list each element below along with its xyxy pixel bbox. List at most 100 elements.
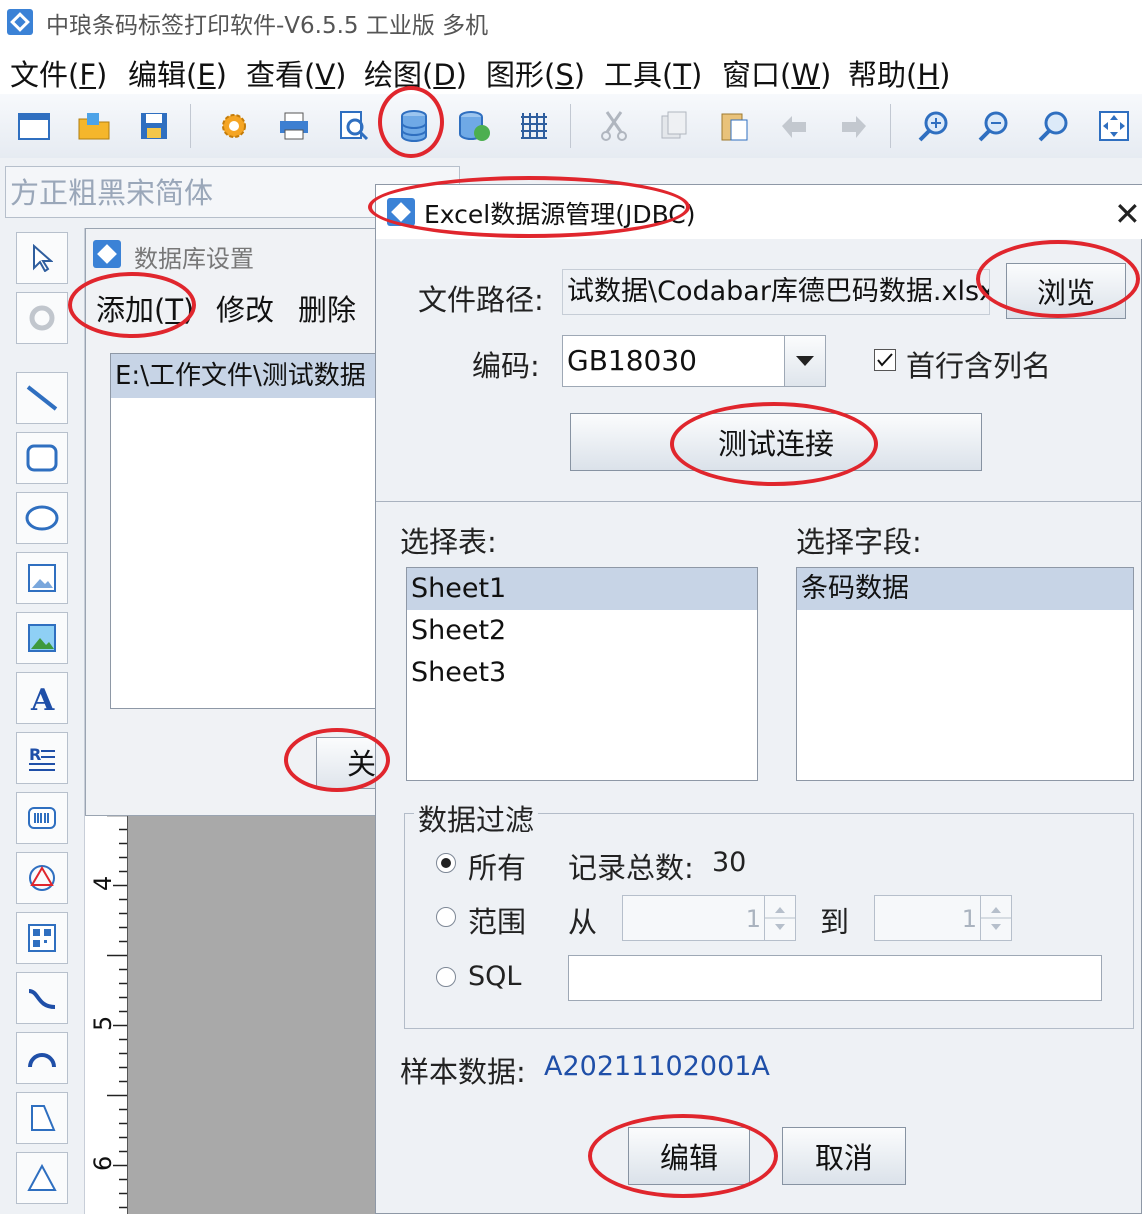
- database-refresh-icon[interactable]: [454, 106, 494, 146]
- menu-bar: 文件(F) 编辑(E) 查看(V) 绘图(D) 图形(S) 工具(T) 窗口(W…: [0, 46, 1142, 94]
- app-logo-icon: [6, 8, 34, 36]
- chevron-down-icon[interactable]: [784, 336, 825, 386]
- sql-input[interactable]: [568, 955, 1102, 1001]
- curve-tool-icon[interactable]: [16, 972, 68, 1024]
- range-to-stepper[interactable]: 1: [874, 895, 1012, 941]
- datasource-list-item[interactable]: E:\工作文件\测试数据: [111, 354, 391, 398]
- test-connection-button[interactable]: 测试连接: [570, 413, 982, 471]
- menu-draw[interactable]: 绘图(D): [364, 52, 467, 94]
- divider: [376, 501, 1142, 502]
- table-list-item[interactable]: Sheet2: [407, 610, 757, 652]
- text-tool-icon[interactable]: A: [16, 672, 68, 724]
- field-list[interactable]: 条码数据: [796, 567, 1134, 781]
- redo-icon[interactable]: [834, 106, 874, 146]
- file-path-field[interactable]: 试数据\Codabar库德巴码数据.xlsx: [562, 269, 990, 315]
- zoom-fit-icon[interactable]: [1034, 106, 1074, 146]
- menu-draw-end: ): [455, 58, 467, 92]
- cancel-button[interactable]: 取消: [782, 1127, 906, 1185]
- datasource-list[interactable]: E:\工作文件\测试数据: [110, 353, 391, 709]
- encoding-select[interactable]: GB18030: [562, 335, 826, 387]
- range-from-label: 从: [568, 905, 598, 939]
- menu-edit[interactable]: 编辑(E): [128, 52, 227, 94]
- print-preview-icon[interactable]: [334, 106, 374, 146]
- toolbar: [0, 94, 1142, 159]
- qrcode-tool-icon[interactable]: [16, 912, 68, 964]
- modify-button[interactable]: 修改: [216, 287, 274, 329]
- field-list-item[interactable]: 条码数据: [797, 568, 1133, 610]
- new-document-icon[interactable]: [14, 106, 54, 146]
- menu-tools-end: ): [691, 58, 703, 92]
- zoom-in-icon[interactable]: [914, 106, 954, 146]
- add-key: T: [165, 293, 184, 327]
- ellipse-icon[interactable]: [16, 492, 68, 544]
- ruler-mark-6: 6: [89, 1155, 117, 1171]
- grid-icon[interactable]: [514, 106, 554, 146]
- record-total-value: 30: [712, 847, 747, 878]
- excel-dialog-icon: [386, 197, 416, 231]
- menu-edit-label: 编辑(: [128, 58, 198, 92]
- cut-icon[interactable]: [594, 106, 634, 146]
- image-frame-icon[interactable]: [16, 552, 68, 604]
- database-settings-icon[interactable]: [394, 106, 434, 146]
- copy-icon[interactable]: [654, 106, 694, 146]
- select-pointer-icon[interactable]: [16, 232, 68, 284]
- menu-help[interactable]: 帮助(H): [848, 52, 950, 94]
- menu-tools[interactable]: 工具(T): [604, 52, 702, 94]
- close-icon[interactable]: ✕: [1114, 195, 1141, 233]
- barcode-tool-icon[interactable]: [16, 792, 68, 844]
- menu-file-end: ): [96, 58, 108, 92]
- menu-window[interactable]: 窗口(W): [722, 52, 831, 94]
- stepper-arrows-icon[interactable]: [980, 896, 1011, 940]
- menu-shape[interactable]: 图形(S): [486, 52, 585, 94]
- rounded-rectangle-icon[interactable]: [16, 432, 68, 484]
- menu-draw-key: D: [433, 58, 456, 92]
- fit-window-icon[interactable]: [1094, 106, 1134, 146]
- open-folder-icon[interactable]: [74, 106, 114, 146]
- delete-button[interactable]: 删除: [298, 287, 356, 329]
- filter-sql-label: SQL: [468, 961, 522, 992]
- rotate-icon[interactable]: [16, 292, 68, 344]
- header-row-checkbox[interactable]: [874, 349, 896, 371]
- shape-combo-icon[interactable]: [16, 852, 68, 904]
- menu-edit-key: E: [197, 58, 216, 92]
- database-settings-dialog: 数据库设置 添加(T) 修改 删除 E:\工作文件\测试数据 关: [85, 228, 396, 816]
- ruler-mark-5: 5: [89, 1015, 117, 1031]
- filter-range-radio[interactable]: [436, 907, 456, 927]
- db-dialog-icon: [92, 239, 122, 273]
- select-field-label: 选择字段:: [796, 525, 922, 559]
- rich-text-icon[interactable]: R: [16, 732, 68, 784]
- browse-button[interactable]: 浏览: [1006, 263, 1126, 319]
- stepper-arrows-icon[interactable]: [764, 896, 795, 940]
- paste-icon[interactable]: [714, 106, 754, 146]
- menu-window-key: W: [791, 58, 821, 92]
- zoom-out-icon[interactable]: [974, 106, 1014, 146]
- filter-all-label: 所有: [468, 851, 527, 885]
- arc-tool-icon[interactable]: [16, 1032, 68, 1084]
- menu-file[interactable]: 文件(F): [10, 52, 107, 94]
- menu-window-label: 窗口(: [722, 58, 792, 92]
- save-icon[interactable]: [134, 106, 174, 146]
- picture-icon[interactable]: [16, 612, 68, 664]
- polygon-tool-icon[interactable]: [16, 1092, 68, 1144]
- triangle-tool-icon[interactable]: [16, 1152, 68, 1204]
- table-list-item[interactable]: Sheet3: [407, 652, 757, 694]
- edit-button[interactable]: 编辑: [628, 1127, 750, 1185]
- filter-sql-radio[interactable]: [436, 967, 456, 987]
- add-button[interactable]: 添加(T): [96, 287, 194, 329]
- table-list[interactable]: Sheet1 Sheet2 Sheet3: [406, 567, 758, 781]
- excel-dialog-title: Excel数据源管理(JDBC): [424, 200, 696, 229]
- settings-gear-icon[interactable]: [214, 106, 254, 146]
- table-list-item[interactable]: Sheet1: [407, 568, 757, 610]
- menu-view[interactable]: 查看(V): [246, 52, 347, 94]
- undo-icon[interactable]: [774, 106, 814, 146]
- menu-file-key: F: [79, 58, 97, 92]
- db-dialog-title: 数据库设置: [134, 245, 254, 273]
- menu-window-end: ): [820, 58, 832, 92]
- line-tool-icon[interactable]: [16, 372, 68, 424]
- title-bar: 中琅条码标签打印软件-V6.5.5 工业版 多机: [0, 0, 1142, 46]
- header-row-label: 首行含列名: [906, 349, 1052, 383]
- range-from-stepper[interactable]: 1: [622, 895, 796, 941]
- drawing-tools-panel: A R: [0, 228, 85, 1214]
- print-icon[interactable]: [274, 106, 314, 146]
- filter-all-radio[interactable]: [436, 853, 456, 873]
